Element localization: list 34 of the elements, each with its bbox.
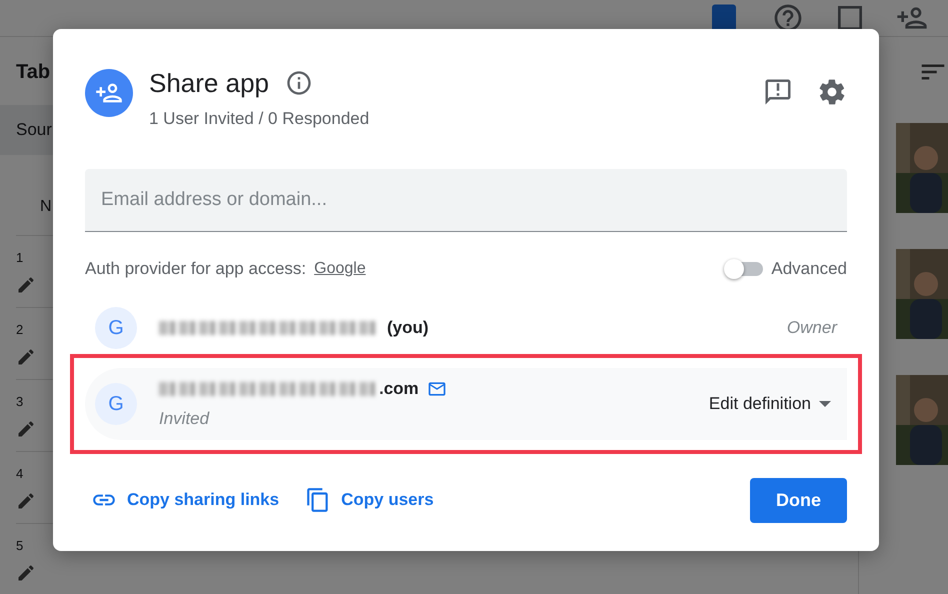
- auth-label: Auth provider for app access:: [85, 258, 306, 280]
- pencil-icon[interactable]: [16, 491, 36, 511]
- advanced-label: Advanced: [771, 258, 847, 280]
- auth-provider-link[interactable]: Google: [314, 256, 366, 281]
- pencil-icon[interactable]: [16, 275, 36, 295]
- dialog-subtitle: 1 User Invited / 0 Responded: [149, 108, 370, 130]
- settings-icon[interactable]: [817, 77, 847, 107]
- done-button[interactable]: Done: [750, 478, 847, 523]
- user-status: Invited: [159, 408, 210, 430]
- row-number: 1: [16, 248, 24, 266]
- role-dropdown[interactable]: Edit definition: [702, 390, 837, 418]
- user-avatar: G: [95, 306, 137, 349]
- feedback-icon[interactable]: [763, 77, 793, 107]
- share-avatar-icon: [85, 69, 133, 117]
- row-number: 3: [16, 392, 24, 410]
- email-field[interactable]: Email address or domain...: [85, 169, 847, 232]
- dialog-title: Share app: [149, 69, 269, 98]
- copy-users-button[interactable]: Copy users: [299, 483, 440, 518]
- caret-icon: [819, 400, 831, 407]
- user-avatar: G: [95, 382, 137, 425]
- column-header: N: [40, 196, 52, 216]
- advanced-toggle[interactable]: [727, 262, 764, 276]
- row-number: 2: [16, 320, 24, 338]
- row-number: 4: [16, 464, 24, 482]
- pencil-icon[interactable]: [16, 347, 36, 367]
- user-name: (you): [387, 316, 429, 339]
- user-email: .com: [379, 378, 419, 400]
- pencil-icon[interactable]: [16, 563, 36, 583]
- row-number: 5: [16, 536, 24, 554]
- page-heading: Tab: [16, 60, 50, 85]
- user-role: Owner: [786, 316, 837, 339]
- info-icon[interactable]: [284, 69, 313, 98]
- pencil-icon[interactable]: [16, 419, 36, 439]
- copy-links-button[interactable]: Copy sharing links: [85, 483, 286, 518]
